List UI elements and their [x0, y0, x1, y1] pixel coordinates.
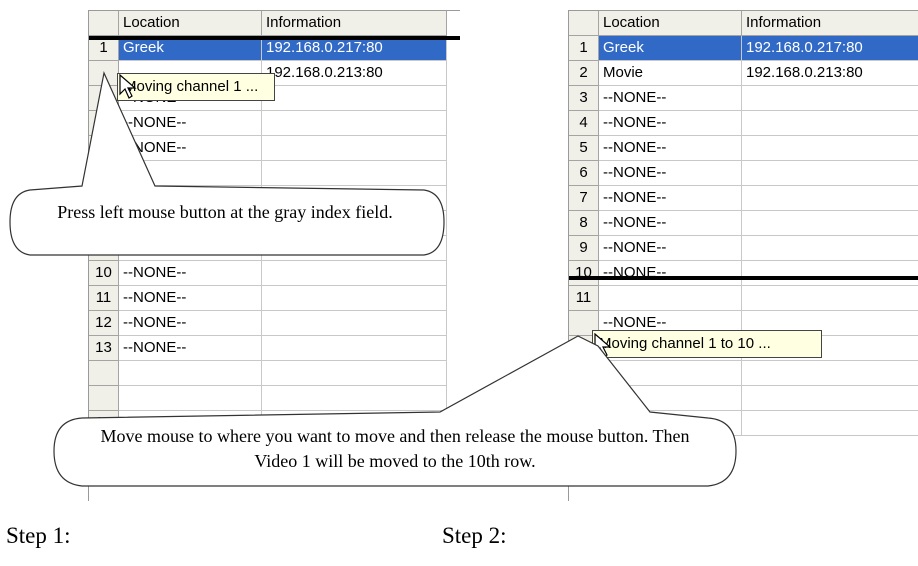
step1-callout-balloon	[9, 71, 445, 256]
step2-label: Step 2:	[442, 523, 507, 548]
step2-callout-text: Move mouse to where you want to move and…	[100, 426, 690, 471]
callout-balloons	[9, 71, 737, 487]
step1-callout-text: Press left mouse button at the gray inde…	[57, 202, 393, 222]
step1-label: Step 1:	[6, 523, 71, 548]
